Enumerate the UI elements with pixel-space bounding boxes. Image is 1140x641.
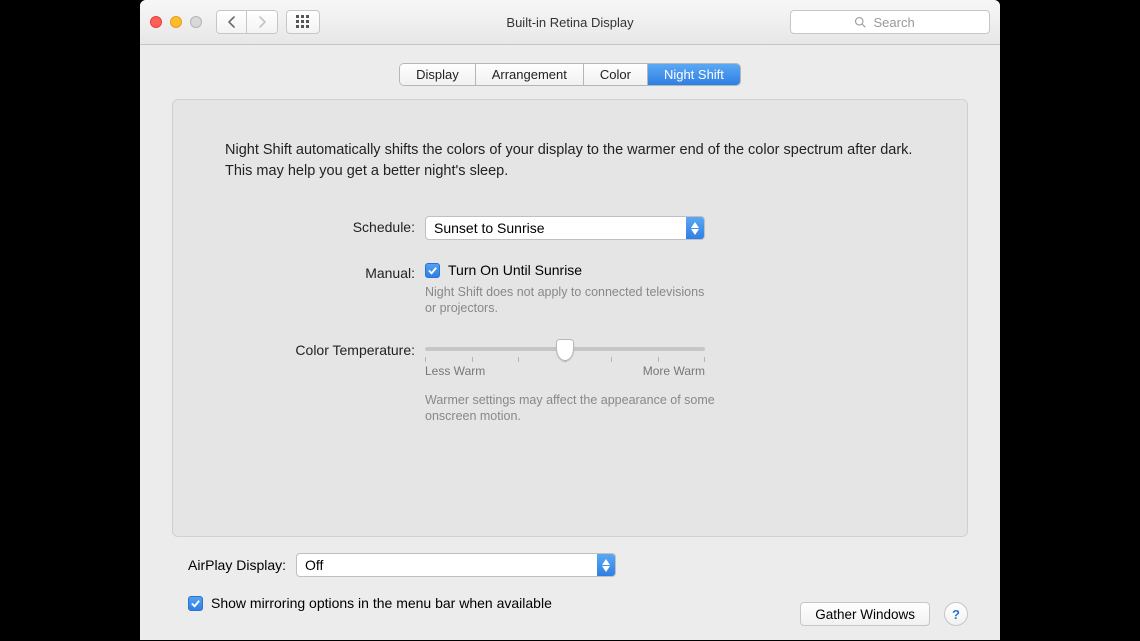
night-shift-panel: Night Shift automatically shifts the col… (172, 99, 968, 537)
schedule-value: Sunset to Sunrise (426, 217, 686, 239)
tab-arrangement[interactable]: Arrangement (476, 64, 584, 85)
manual-checkbox-label: Turn On Until Sunrise (448, 262, 582, 278)
color-temp-help-text: Warmer settings may affect the appearanc… (425, 392, 715, 425)
chevron-left-icon (227, 16, 236, 28)
traffic-lights (150, 16, 202, 28)
back-button[interactable] (217, 11, 247, 33)
minimize-window-button[interactable] (170, 16, 182, 28)
color-temp-slider[interactable]: Less Warm More Warm (425, 347, 705, 378)
grid-icon (296, 15, 310, 29)
schedule-select[interactable]: Sunset to Sunrise (425, 216, 705, 240)
manual-checkbox[interactable] (425, 263, 440, 278)
check-icon (190, 598, 201, 609)
gather-windows-button[interactable]: Gather Windows (800, 602, 930, 626)
show-all-button[interactable] (286, 10, 320, 34)
close-window-button[interactable] (150, 16, 162, 28)
mirroring-label: Show mirroring options in the menu bar w… (211, 595, 552, 611)
search-field[interactable] (790, 10, 990, 34)
search-icon (854, 16, 866, 28)
tab-display[interactable]: Display (400, 64, 476, 85)
slider-min-label: Less Warm (425, 364, 485, 378)
select-arrows-icon (597, 554, 615, 576)
airplay-value: Off (297, 554, 597, 576)
chevron-right-icon (258, 16, 267, 28)
color-temp-label: Color Temperature: (225, 339, 415, 358)
mirroring-checkbox[interactable] (188, 596, 203, 611)
nav-back-forward (216, 10, 278, 34)
manual-help-text: Night Shift does not apply to connected … (425, 284, 715, 317)
tab-night-shift[interactable]: Night Shift (648, 64, 740, 85)
tab-bar: Display Arrangement Color Night Shift (172, 63, 968, 87)
help-button[interactable]: ? (944, 602, 968, 626)
forward-button[interactable] (247, 11, 277, 33)
manual-label: Manual: (225, 262, 415, 281)
tab-color[interactable]: Color (584, 64, 648, 85)
schedule-label: Schedule: (225, 216, 415, 235)
content-area: Display Arrangement Color Night Shift Ni… (140, 45, 1000, 640)
slider-max-label: More Warm (643, 364, 705, 378)
titlebar: Built-in Retina Display (140, 0, 1000, 45)
search-input[interactable] (872, 14, 927, 31)
airplay-label: AirPlay Display: (188, 557, 286, 573)
select-arrows-icon (686, 217, 704, 239)
preferences-window: Built-in Retina Display Display Arrangem… (140, 0, 1000, 640)
airplay-select[interactable]: Off (296, 553, 616, 577)
night-shift-description: Night Shift automatically shifts the col… (225, 140, 915, 182)
check-icon (427, 265, 438, 276)
zoom-window-button[interactable] (190, 16, 202, 28)
